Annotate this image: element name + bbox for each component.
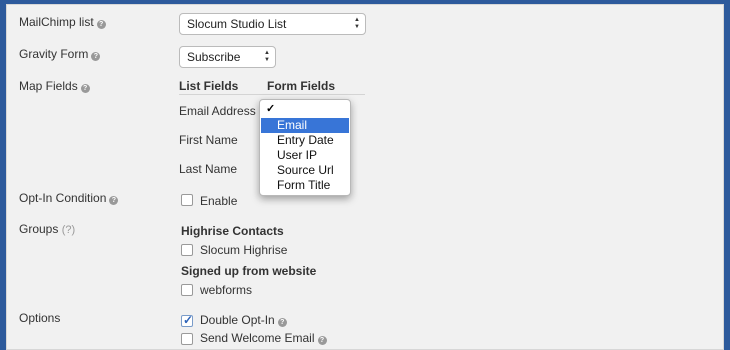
group-heading-website: Signed up from website xyxy=(181,264,317,278)
groups-label-text: Groups xyxy=(19,222,59,236)
send-welcome-email-label: Send Welcome Email xyxy=(200,331,315,345)
help-icon[interactable]: ? xyxy=(109,196,119,205)
mailchimp-list-label: MailChimp list? xyxy=(19,15,106,29)
groups-help-link[interactable]: (?) xyxy=(62,224,75,236)
dropdown-option-user-ip[interactable]: User IP xyxy=(261,148,349,163)
dropdown-option-form-title[interactable]: Form Title xyxy=(261,178,349,193)
gravity-form-label-text: Gravity Form xyxy=(19,47,89,61)
dropdown-option-entry-date[interactable]: Entry Date xyxy=(261,133,349,148)
opt-in-condition-label: Opt-In Condition? xyxy=(19,191,119,205)
selected-check-icon: ✓ xyxy=(266,103,276,115)
group-option-label: webforms xyxy=(200,283,253,297)
select-arrows-icon: ▲ ▼ xyxy=(264,50,270,63)
help-icon[interactable]: ? xyxy=(317,336,327,345)
map-fields-label: Map Fields? xyxy=(19,79,90,93)
dropdown-option-email[interactable]: Email xyxy=(261,118,349,133)
double-opt-in-label: Double Opt-In xyxy=(200,313,275,327)
opt-in-condition-label-text: Opt-In Condition xyxy=(19,191,107,205)
help-icon[interactable]: ? xyxy=(96,20,106,29)
field-label-first-name: First Name xyxy=(179,133,238,147)
opt-in-enable-label: Enable xyxy=(200,194,238,208)
mailchimp-list-label-text: MailChimp list xyxy=(19,15,94,29)
groups-label: Groups (?) xyxy=(19,222,75,237)
list-fields-header: List Fields xyxy=(179,79,239,93)
settings-panel: MailChimp list? Slocum Studio List ▲ ▼ Gr… xyxy=(6,4,724,350)
send-welcome-email-checkbox[interactable] xyxy=(181,333,193,345)
options-label: Options xyxy=(19,311,61,325)
form-fields-header: Form Fields xyxy=(267,79,336,93)
group-option-checkbox[interactable] xyxy=(181,284,193,296)
help-icon[interactable]: ? xyxy=(277,318,287,327)
opt-in-enable-checkbox[interactable] xyxy=(181,194,193,206)
email-field-dropdown[interactable]: ✓ Email Entry Date User IP Source Url Fo… xyxy=(259,99,351,196)
field-label-email: Email Address xyxy=(179,104,256,118)
dropdown-option-source-url[interactable]: Source Url xyxy=(261,163,349,178)
double-opt-in-option: Double Opt-In? xyxy=(200,313,287,327)
group-heading-highrise: Highrise Contacts xyxy=(181,224,284,238)
gravity-form-select[interactable]: Subscribe ▲ ▼ xyxy=(179,46,276,68)
group-option-label: Slocum Highrise xyxy=(200,243,288,257)
gravity-form-value: Subscribe xyxy=(187,50,241,64)
field-row-email: Email Address* xyxy=(179,104,263,118)
group-option-checkbox[interactable] xyxy=(181,244,193,256)
header-divider xyxy=(179,94,365,95)
map-fields-label-text: Map Fields xyxy=(19,79,78,93)
mailchimp-list-select[interactable]: Slocum Studio List ▲ ▼ xyxy=(179,13,366,35)
gravity-form-label: Gravity Form? xyxy=(19,47,101,61)
double-opt-in-checkbox[interactable]: ✓ xyxy=(181,313,194,327)
checkmark-icon: ✓ xyxy=(183,313,194,327)
send-welcome-email-option: Send Welcome Email? xyxy=(200,331,327,345)
field-label-last-name: Last Name xyxy=(179,162,238,176)
help-icon[interactable]: ? xyxy=(80,84,90,93)
select-arrows-icon: ▲ ▼ xyxy=(354,17,360,30)
mailchimp-list-value: Slocum Studio List xyxy=(187,17,287,31)
help-icon[interactable]: ? xyxy=(91,52,101,61)
